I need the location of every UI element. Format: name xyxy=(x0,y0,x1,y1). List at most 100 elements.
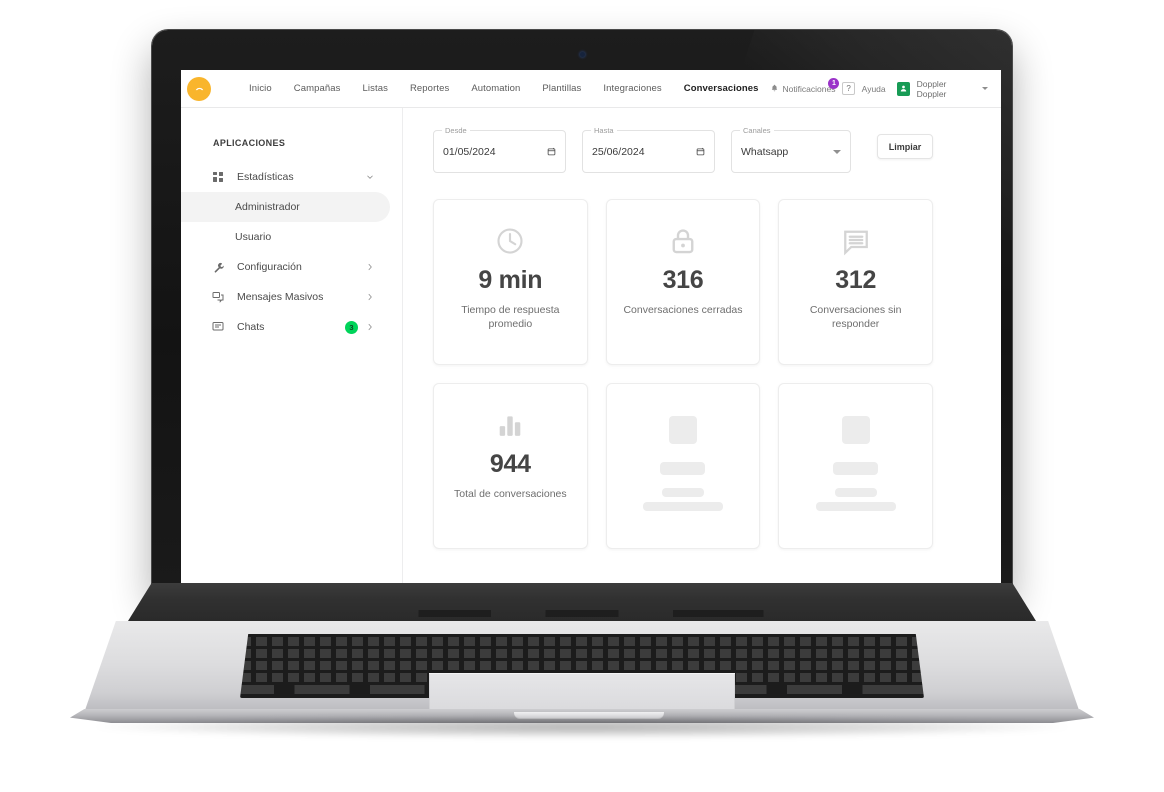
laptop-mockup-stage: Inicio Campañas Listas Reportes Automati… xyxy=(0,0,1164,792)
stat-card-label: Total de conversaciones xyxy=(454,488,567,500)
date-to-legend: Hasta xyxy=(591,126,617,135)
stat-card-label: Conversaciones sin responder xyxy=(809,304,902,330)
nav-link-automation[interactable]: Automation xyxy=(460,83,531,94)
body-wrapper: APLICACIONES Estadísticas Administrador … xyxy=(181,108,1001,583)
navbar-right-group: Notificaciones 1 ? Ayuda Doppler Doppler xyxy=(770,78,989,99)
chevron-down-icon[interactable] xyxy=(982,87,989,90)
stat-card-placeholder-2 xyxy=(778,383,933,549)
skeleton-placeholder xyxy=(607,408,760,511)
channel-legend: Canales xyxy=(740,126,774,135)
avatar[interactable] xyxy=(896,81,910,96)
nav-link-conversaciones[interactable]: Conversaciones xyxy=(673,83,770,94)
skeleton-line-long xyxy=(642,502,723,511)
filters-bar: Desde 01/05/2024 Hasta 25/06/2024 Canale… xyxy=(433,126,973,173)
help-question-icon[interactable]: ? xyxy=(842,82,855,95)
stat-card-value: 316 xyxy=(662,266,704,294)
sidebar-item-administrador[interactable]: Administrador xyxy=(181,192,390,222)
app-root: Inicio Campañas Listas Reportes Automati… xyxy=(181,70,1001,583)
calendar-icon[interactable] xyxy=(547,147,556,156)
doppler-logo-icon[interactable] xyxy=(187,76,211,101)
date-to-value: 25/06/2024 xyxy=(592,145,645,158)
stat-card-label: Tiempo de respuesta promedio xyxy=(461,304,560,330)
user-icon xyxy=(900,85,906,92)
date-from-legend: Desde xyxy=(442,126,470,135)
sidebar-item-label: Chats xyxy=(237,321,265,333)
stat-card-placeholder-1 xyxy=(605,383,761,549)
channel-select[interactable]: Canales Whatsapp xyxy=(731,126,851,173)
stats-cards-grid: 9 min Tiempo de respuesta promedio 316 C… xyxy=(433,199,933,549)
lock-icon xyxy=(668,224,698,258)
sidebar-item-label: Configuración xyxy=(237,261,302,273)
date-to-field[interactable]: Hasta 25/06/2024 xyxy=(582,126,715,173)
sidebar-item-usuario[interactable]: Usuario xyxy=(181,222,390,252)
bulk-message-icon xyxy=(211,290,225,304)
calendar-icon[interactable] xyxy=(696,147,705,156)
skeleton-icon-block xyxy=(668,416,697,444)
chevron-right-icon xyxy=(368,263,372,271)
help-label[interactable]: Ayuda xyxy=(862,84,886,94)
user-name-label[interactable]: Doppler Doppler xyxy=(917,79,974,99)
top-navbar: Inicio Campañas Listas Reportes Automati… xyxy=(181,70,1001,108)
nav-link-campanas[interactable]: Campañas xyxy=(283,83,352,94)
skeleton-value-block xyxy=(660,462,706,475)
chevron-down-icon xyxy=(367,175,373,179)
sidebar-item-label: Mensajes Masivos xyxy=(237,291,324,303)
chevron-down-icon xyxy=(833,149,841,154)
sidebar: APLICACIONES Estadísticas Administrador … xyxy=(181,108,403,583)
skeleton-value-block xyxy=(833,462,879,475)
keyboard-row xyxy=(240,649,924,658)
notifications-button[interactable]: Notificaciones 1 xyxy=(770,78,840,94)
clear-filters-button[interactable]: Limpiar xyxy=(877,134,933,159)
stat-card-label: Conversaciones cerradas xyxy=(623,304,743,316)
laptop-lid: Inicio Campañas Listas Reportes Automati… xyxy=(152,30,1012,592)
bar-chart-icon xyxy=(496,408,524,442)
keyboard-row xyxy=(240,661,924,670)
webcam-icon xyxy=(579,52,585,57)
sidebar-section-title: APLICACIONES xyxy=(213,138,286,148)
laptop-trackpad xyxy=(429,673,735,711)
wrench-icon xyxy=(211,260,225,274)
dashboard-grid-icon xyxy=(211,170,225,184)
chevron-right-icon xyxy=(368,323,372,331)
stat-card-unanswered-conversations[interactable]: 312 Conversaciones sin responder xyxy=(778,199,933,365)
date-from-field[interactable]: Desde 01/05/2024 xyxy=(433,126,566,173)
sidebar-item-label: Usuario xyxy=(235,231,272,243)
main-content: Desde 01/05/2024 Hasta 25/06/2024 Canale… xyxy=(403,108,1001,583)
bell-icon xyxy=(771,84,777,92)
nav-link-reportes[interactable]: Reportes xyxy=(399,83,460,94)
clock-icon xyxy=(495,224,525,258)
chat-icon xyxy=(211,320,225,334)
stat-card-total-conversations[interactable]: 944 Total de conversaciones xyxy=(433,383,588,549)
date-from-value: 01/05/2024 xyxy=(443,145,496,158)
chevron-right-icon xyxy=(368,293,372,301)
notifications-count-badge: 1 xyxy=(828,78,840,89)
channel-value: Whatsapp xyxy=(741,145,789,158)
stat-card-value: 312 xyxy=(835,266,877,294)
sidebar-item-configuracion[interactable]: Configuración xyxy=(181,252,390,282)
sidebar-item-mensajes-masivos[interactable]: Mensajes Masivos xyxy=(181,282,390,312)
message-bubble-icon xyxy=(841,224,871,258)
sidebar-item-estadisticas[interactable]: Estadísticas xyxy=(181,162,390,192)
nav-link-listas[interactable]: Listas xyxy=(352,83,399,94)
chats-count-badge: 3 xyxy=(345,320,358,334)
sidebar-item-chats[interactable]: Chats 3 xyxy=(181,312,390,342)
hinge-vents xyxy=(128,610,1036,617)
skeleton-line-short xyxy=(834,488,877,497)
sidebar-item-label: Estadísticas xyxy=(237,171,294,183)
nav-links: Inicio Campañas Listas Reportes Automati… xyxy=(238,83,770,94)
stat-card-value: 9 min xyxy=(478,266,543,294)
laptop-drop-shadow xyxy=(96,716,1068,738)
skeleton-line-short xyxy=(661,488,704,497)
stat-card-response-time[interactable]: 9 min Tiempo de respuesta promedio xyxy=(433,199,588,365)
nav-link-plantillas[interactable]: Plantillas xyxy=(531,83,592,94)
screen-viewport: Inicio Campañas Listas Reportes Automati… xyxy=(181,70,1001,583)
sidebar-item-label: Administrador xyxy=(235,201,300,213)
keyboard-row xyxy=(240,637,924,646)
skeleton-icon-block xyxy=(841,416,870,444)
laptop-hinge xyxy=(128,583,1036,621)
stat-card-closed-conversations[interactable]: 316 Conversaciones cerradas xyxy=(605,199,761,365)
skeleton-placeholder xyxy=(779,408,932,511)
stat-card-value: 944 xyxy=(489,450,531,478)
nav-link-integraciones[interactable]: Integraciones xyxy=(592,83,672,94)
nav-link-inicio[interactable]: Inicio xyxy=(238,83,283,94)
